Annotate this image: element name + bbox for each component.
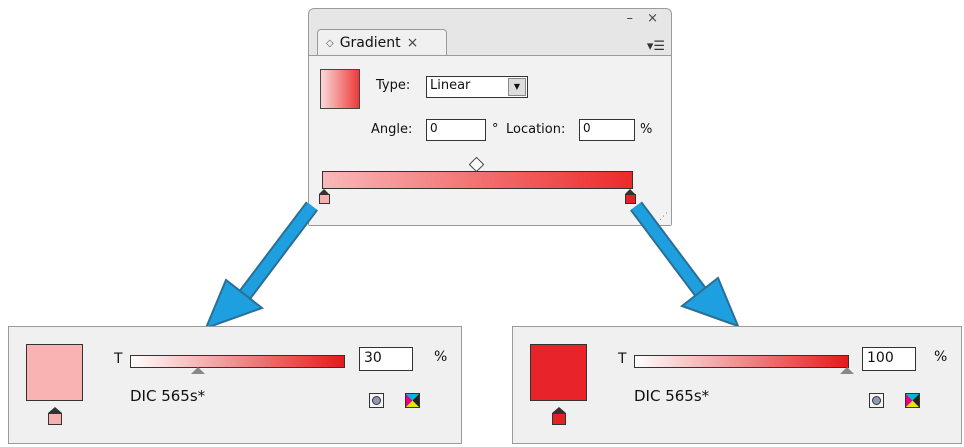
- swatch-panel-right: T 100 % DIC 565s*: [512, 326, 962, 444]
- stop-color: [625, 194, 636, 204]
- resize-grip-icon[interactable]: ⋰: [659, 212, 668, 222]
- swatch-preview[interactable]: [26, 344, 83, 401]
- swatch-preview[interactable]: [530, 344, 587, 401]
- process-color-icon[interactable]: [369, 393, 384, 408]
- location-percent: %: [640, 122, 653, 137]
- stop-color: [319, 194, 330, 204]
- tint-field[interactable]: 100: [862, 347, 916, 371]
- swatch-panel-left: T 30 % DIC 565s*: [8, 326, 462, 444]
- swatch-name: DIC 565s*: [634, 387, 710, 405]
- angle-label: Angle:: [371, 122, 413, 137]
- tint-field[interactable]: 30: [359, 347, 413, 371]
- tint-slider-thumb[interactable]: [840, 367, 854, 374]
- color-mode-icon[interactable]: [905, 393, 920, 408]
- gradient-stop-right[interactable]: [625, 189, 636, 204]
- gradient-stop-left[interactable]: [319, 189, 330, 204]
- process-dot: [372, 396, 381, 405]
- panel-menu-icon[interactable]: ▾☰: [647, 39, 665, 54]
- type-value: Linear: [430, 78, 471, 93]
- diamond-icon: ◇: [326, 37, 334, 49]
- tint-label: T: [618, 351, 627, 367]
- process-color-icon[interactable]: [869, 393, 884, 408]
- close-icon[interactable]: ×: [407, 35, 419, 51]
- gradient-panel: – × ◇ Gradient × ▾☰ Type: Linear ▼ Angle…: [308, 8, 672, 226]
- location-label: Location:: [506, 122, 566, 137]
- type-dropdown[interactable]: Linear ▼: [426, 76, 528, 98]
- tab-gradient[interactable]: ◇ Gradient ×: [317, 29, 447, 56]
- gradient-stop-indicator: [48, 407, 62, 425]
- tint-percent: %: [934, 349, 948, 365]
- gradient-preview-swatch[interactable]: [320, 69, 360, 109]
- process-dot: [872, 396, 881, 405]
- gradient-midpoint-diamond[interactable]: [468, 156, 485, 173]
- arrow-left: [204, 201, 318, 330]
- angle-field[interactable]: 0: [426, 119, 486, 141]
- window-controls[interactable]: – ×: [626, 11, 663, 26]
- location-field[interactable]: 0: [579, 119, 635, 141]
- tint-label: T: [114, 351, 123, 367]
- stop-color: [552, 413, 566, 425]
- tint-value: 30: [364, 350, 382, 366]
- tint-percent: %: [434, 349, 448, 365]
- stop-color: [48, 413, 62, 425]
- angle-value: 0: [430, 121, 438, 135]
- gradient-stop-indicator: [552, 407, 566, 425]
- color-mode-icon[interactable]: [405, 393, 420, 408]
- swatch-name: DIC 565s*: [130, 387, 206, 405]
- chevron-down-icon[interactable]: ▼: [508, 78, 526, 96]
- tint-value: 100: [867, 350, 894, 366]
- degree-symbol: °: [492, 122, 499, 137]
- location-value: 0: [583, 121, 591, 135]
- tint-slider-track[interactable]: [634, 355, 849, 368]
- tint-slider-track[interactable]: [130, 355, 345, 368]
- gradient-ramp[interactable]: [322, 171, 633, 189]
- tab-title: Gradient: [339, 35, 401, 51]
- gradient-panel-body: Type: Linear ▼ Angle: 0 ° Location: 0 % …: [309, 56, 671, 225]
- tint-slider-thumb[interactable]: [191, 367, 205, 374]
- type-label: Type:: [376, 78, 411, 93]
